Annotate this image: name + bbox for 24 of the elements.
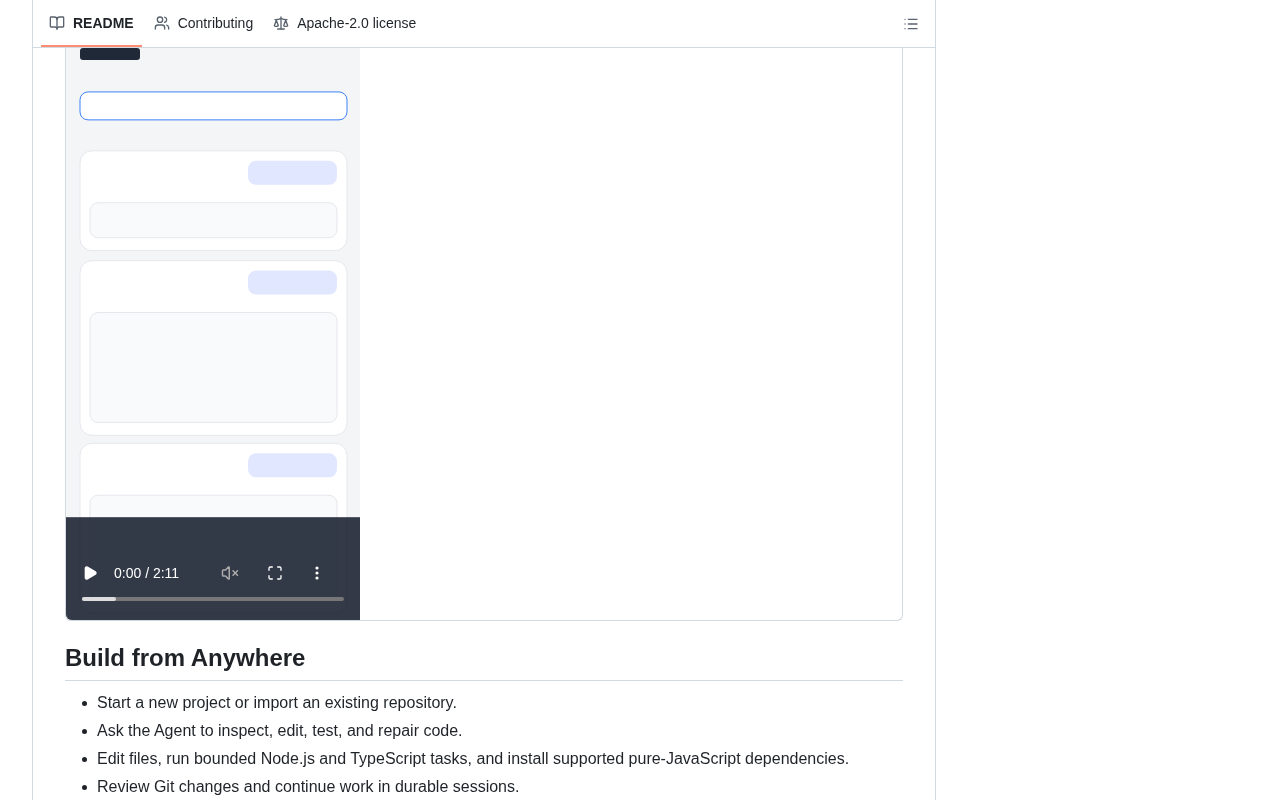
list-item: Review Git changes and continue work in durable sessions.	[97, 777, 520, 797]
book-icon	[49, 14, 65, 31]
muted-speaker-icon	[221, 564, 240, 582]
list-item: Edit files, run bounded Node.js and TypeScript tasks, and install supported pure-JavaScript dependencies.	[97, 749, 850, 769]
list-item: Start a new project or import an existing repository.	[97, 693, 457, 713]
more-button[interactable]	[315, 566, 320, 580]
fullscreen-button[interactable]	[267, 565, 284, 581]
tab[interactable]: Apache-2.0 license	[265, 0, 425, 47]
bullet-icon	[82, 784, 87, 790]
play-button[interactable]	[82, 565, 98, 581]
play-icon	[82, 565, 98, 581]
muted-speaker-button[interactable]	[221, 564, 240, 582]
bullet-icon	[82, 756, 87, 762]
scale-icon	[273, 14, 290, 31]
list-item: Ask the Agent to inspect, edit, test, and repair code.	[97, 721, 463, 741]
bullet-icon	[82, 700, 87, 706]
fullscreen-icon	[267, 565, 284, 581]
progress-track[interactable]	[82, 597, 344, 601]
bullet-icon	[82, 728, 87, 734]
more-icon	[315, 566, 320, 580]
video-time: 0:00 / 2:11	[114, 564, 180, 583]
tab[interactable]: Contributing	[145, 0, 262, 47]
section-heading: Build from Anywhere	[65, 643, 903, 681]
people-icon	[153, 14, 170, 31]
